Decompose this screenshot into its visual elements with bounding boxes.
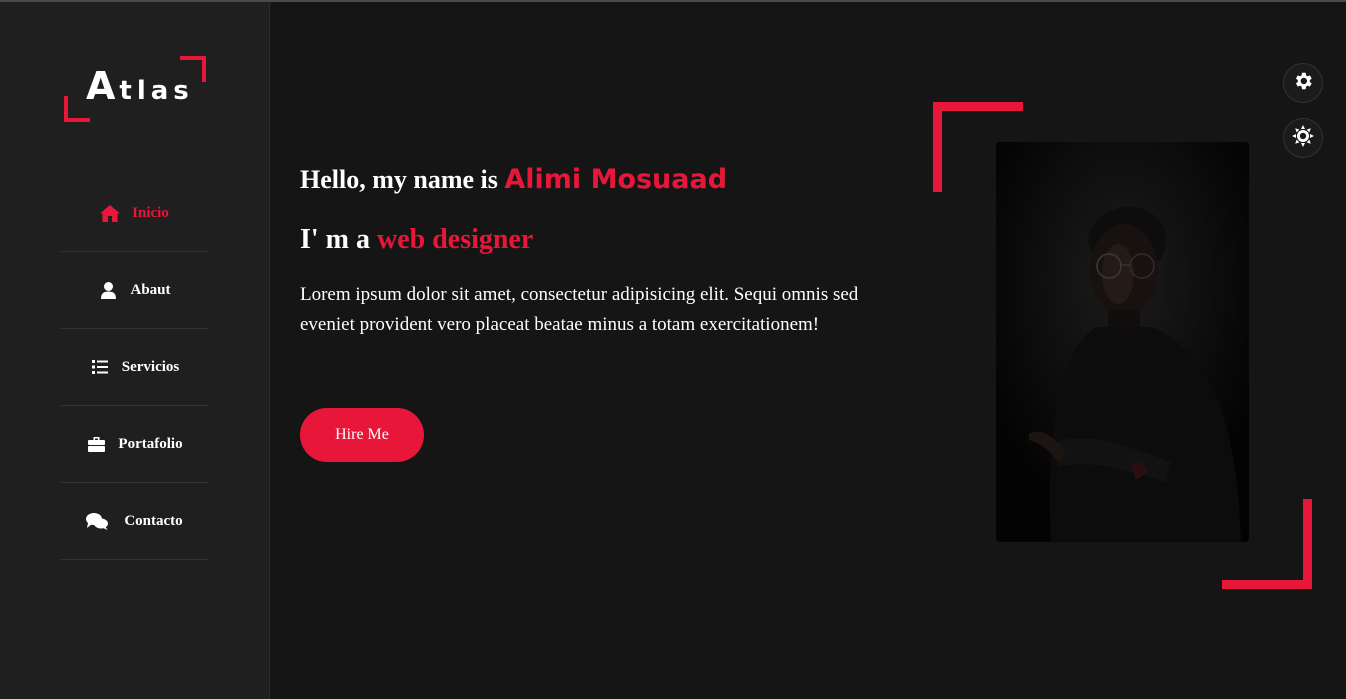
settings-button[interactable] bbox=[1283, 63, 1323, 103]
sun-icon bbox=[1291, 124, 1315, 153]
chat-icon bbox=[86, 512, 109, 530]
sidebar-item-label: Inicio bbox=[132, 204, 169, 221]
hire-me-button[interactable]: Hire Me bbox=[300, 408, 424, 462]
sidebar-item-label: Servicios bbox=[121, 358, 180, 375]
profile-photo-figure bbox=[996, 142, 1249, 542]
profile-photo bbox=[996, 142, 1249, 542]
hero-description: Lorem ipsum dolor sit amet, consectetur … bbox=[300, 284, 859, 335]
sidebar-item-contacto[interactable]: Contacto bbox=[61, 483, 208, 560]
theme-toggle-button[interactable] bbox=[1283, 118, 1323, 158]
briefcase-icon bbox=[86, 435, 106, 453]
sidebar-item-label: Contacto bbox=[124, 512, 183, 529]
user-icon bbox=[98, 281, 118, 299]
sidebar: Atlas Inicio Abaut Servicios Portafolio bbox=[0, 2, 270, 699]
hero-role: I' m a web designer bbox=[300, 224, 534, 255]
hero-name: Alimi Mosuaad bbox=[504, 164, 728, 195]
hero-role-highlight: web designer bbox=[377, 224, 534, 255]
logo-text: Atlas bbox=[86, 64, 194, 108]
sidebar-item-portafolio[interactable]: Portafolio bbox=[61, 406, 208, 483]
home-icon bbox=[100, 204, 121, 222]
sidebar-item-abaut[interactable]: Abaut bbox=[61, 252, 208, 329]
logo[interactable]: Atlas bbox=[64, 56, 206, 122]
list-icon bbox=[90, 358, 110, 376]
sidebar-item-inicio[interactable]: Inicio bbox=[61, 175, 208, 252]
sidebar-item-label: Abaut bbox=[130, 281, 171, 298]
gear-icon bbox=[1292, 70, 1314, 97]
sidebar-item-servicios[interactable]: Servicios bbox=[61, 329, 208, 406]
hero-greeting: Hello, my name is Alimi Mosuaad bbox=[300, 164, 728, 195]
sidebar-nav: Inicio Abaut Servicios Portafolio Contac… bbox=[61, 175, 208, 560]
sidebar-item-label: Portafolio bbox=[118, 435, 183, 452]
